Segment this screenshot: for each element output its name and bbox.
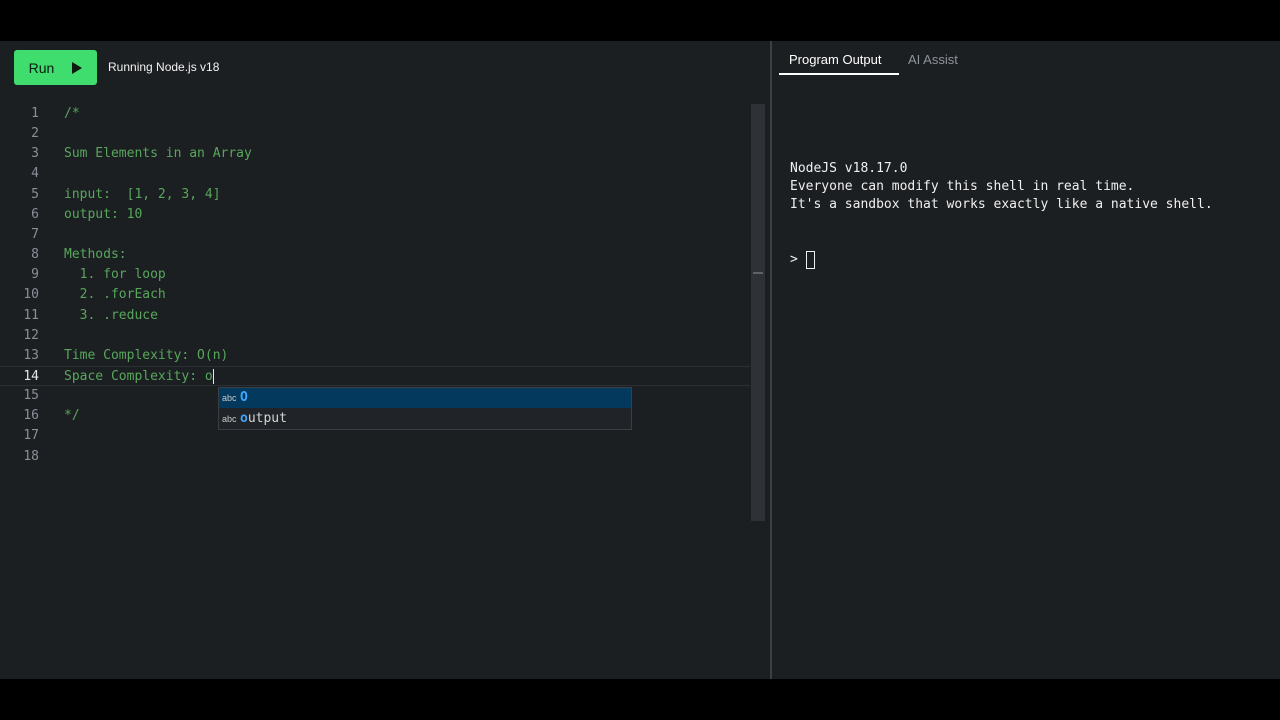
run-button[interactable]: Run bbox=[14, 50, 97, 85]
line-number: 7 bbox=[31, 227, 39, 242]
code-text: */ bbox=[64, 408, 80, 423]
code-text: Space Complexity: o bbox=[64, 369, 214, 384]
code-line[interactable]: 10 2. .forEach bbox=[0, 285, 750, 305]
code-text: Sum Elements in an Array bbox=[64, 146, 252, 161]
line-number: 12 bbox=[23, 328, 39, 343]
line-number: 1 bbox=[31, 106, 39, 121]
text-kind-icon: abc bbox=[222, 393, 237, 403]
code-line[interactable]: 6 output: 10 bbox=[0, 205, 750, 225]
autocomplete-match: O bbox=[240, 390, 248, 405]
editor-pane: Run Running Node.js v18 1 /* 2 3 Sum Element… bbox=[0, 41, 770, 679]
text-kind-icon: abc bbox=[222, 414, 237, 424]
code-line[interactable]: 13 Time Complexity: O(n) bbox=[0, 346, 750, 366]
autocomplete-label: O bbox=[240, 388, 248, 408]
line-number: 10 bbox=[23, 287, 39, 302]
code-text: input: [1, 2, 3, 4] bbox=[64, 187, 221, 202]
text-cursor bbox=[212, 369, 214, 384]
code-line[interactable]: 12 bbox=[0, 326, 750, 346]
code-text: /* bbox=[64, 106, 80, 121]
code-text: Methods: bbox=[64, 247, 127, 262]
output-tabs: Program Output AI Assist bbox=[772, 41, 1280, 77]
code-text: 3. .reduce bbox=[64, 308, 158, 323]
code-line[interactable]: 1 /* bbox=[0, 104, 750, 124]
autocomplete-label: output bbox=[240, 409, 287, 429]
tab-program-output[interactable]: Program Output bbox=[789, 52, 882, 67]
terminal-prompt-line[interactable]: > bbox=[790, 250, 815, 270]
code-line[interactable]: 3 Sum Elements in an Array bbox=[0, 144, 750, 164]
editor-scrollbar[interactable] bbox=[751, 104, 765, 521]
code-line[interactable]: 8 Methods: bbox=[0, 245, 750, 265]
terminal-cursor bbox=[806, 251, 815, 269]
code-text: 2. .forEach bbox=[64, 287, 166, 302]
output-pane: Program Output AI Assist NodeJS v18.17.0… bbox=[772, 41, 1280, 679]
code-editor[interactable]: 1 /* 2 3 Sum Elements in an Array 4 5 input: [1… bbox=[0, 104, 750, 524]
line-number: 9 bbox=[31, 267, 39, 282]
code-line[interactable]: 7 bbox=[0, 225, 750, 245]
line-number: 3 bbox=[31, 146, 39, 161]
code-line[interactable]: 14 Space Complexity: o bbox=[0, 366, 750, 386]
play-icon bbox=[72, 61, 83, 74]
code-line[interactable]: 11 3. .reduce bbox=[0, 306, 750, 326]
autocomplete-popup: abc Oabc output bbox=[218, 387, 632, 430]
line-number: 18 bbox=[23, 449, 39, 464]
scrollbar-cursor-marker bbox=[753, 272, 763, 274]
code-text: 1. for loop bbox=[64, 267, 166, 282]
app-window: Run Running Node.js v18 1 /* 2 3 Sum Element… bbox=[0, 41, 1280, 679]
line-number: 17 bbox=[23, 428, 39, 443]
active-tab-indicator bbox=[779, 73, 899, 75]
autocomplete-item[interactable]: abc O bbox=[219, 388, 631, 408]
code-line[interactable]: 5 input: [1, 2, 3, 4] bbox=[0, 185, 750, 205]
line-number: 5 bbox=[31, 187, 39, 202]
code-text: output: 10 bbox=[64, 207, 143, 222]
autocomplete-match: o bbox=[240, 411, 248, 426]
run-button-label: Run bbox=[28, 59, 55, 76]
code-line[interactable]: 4 bbox=[0, 164, 750, 184]
code-line[interactable]: 2 bbox=[0, 124, 750, 144]
autocomplete-item[interactable]: abc output bbox=[219, 409, 631, 429]
line-number: 16 bbox=[23, 408, 39, 423]
line-number: 13 bbox=[23, 348, 39, 363]
line-number: 4 bbox=[31, 166, 39, 181]
line-number: 14 bbox=[23, 369, 39, 384]
terminal-line: Everyone can modify this shell in real t… bbox=[790, 179, 1135, 194]
terminal-line: It's a sandbox that works exactly like a… bbox=[790, 197, 1213, 212]
editor-toolbar: Run Running Node.js v18 bbox=[0, 41, 770, 93]
code-line[interactable]: 9 1. for loop bbox=[0, 265, 750, 285]
code-text: Time Complexity: O(n) bbox=[64, 348, 229, 363]
terminal-prompt: > bbox=[790, 252, 798, 267]
tab-ai-assist[interactable]: AI Assist bbox=[908, 52, 958, 67]
run-status: Running Node.js v18 bbox=[108, 60, 220, 74]
autocomplete-rest: utput bbox=[247, 411, 287, 426]
code-line[interactable]: 18 bbox=[0, 447, 750, 467]
terminal-output: NodeJS v18.17.0 Everyone can modify this … bbox=[790, 160, 1213, 214]
line-number: 15 bbox=[23, 388, 39, 403]
editor-scrollbar-thumb[interactable] bbox=[751, 104, 765, 521]
line-number: 2 bbox=[31, 126, 39, 141]
terminal-line: NodeJS v18.17.0 bbox=[790, 161, 908, 176]
line-number: 8 bbox=[31, 247, 39, 262]
line-number: 6 bbox=[31, 207, 39, 222]
line-number: 11 bbox=[23, 308, 39, 323]
